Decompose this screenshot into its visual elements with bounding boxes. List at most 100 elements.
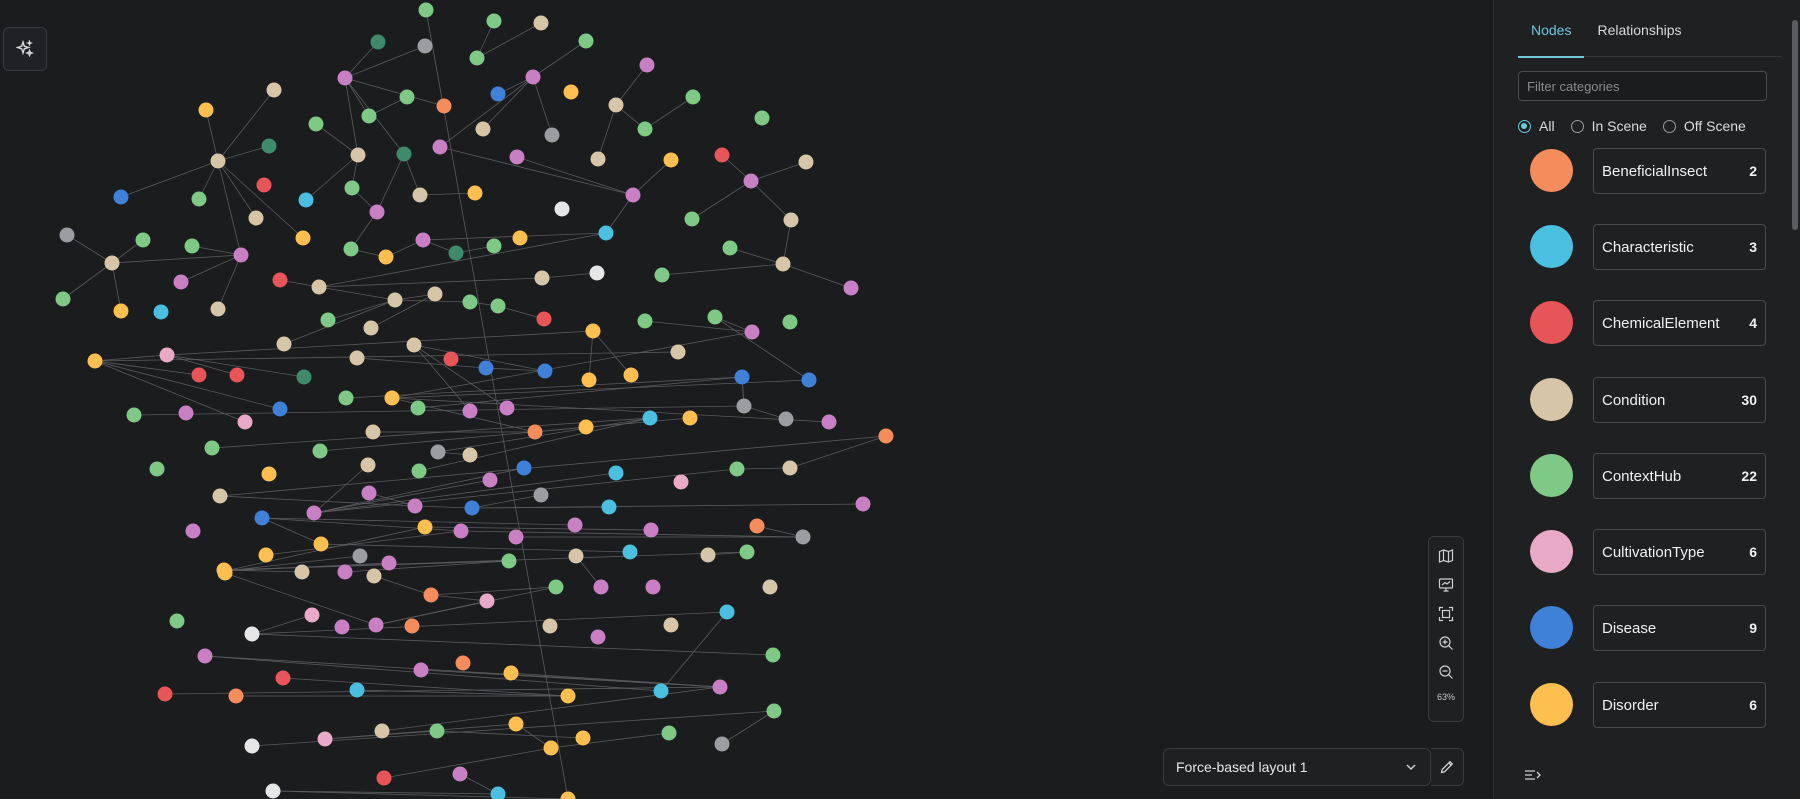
graph-node[interactable] (369, 204, 385, 220)
graph-node[interactable] (311, 279, 327, 295)
graph-node[interactable] (244, 738, 260, 754)
collapse-panel-button[interactable] (1524, 768, 1542, 787)
graph-edge[interactable] (471, 503, 864, 509)
graph-node[interactable] (349, 350, 365, 366)
graph-edge[interactable] (356, 357, 487, 369)
graph-node[interactable] (452, 766, 468, 782)
graph-node[interactable] (475, 121, 491, 137)
graph-node[interactable] (411, 463, 427, 479)
radio-off-scene[interactable]: Off Scene (1662, 118, 1746, 134)
category-row[interactable]: ChemicalElement 4 (1530, 300, 1780, 346)
graph-node[interactable] (684, 211, 700, 227)
graph-node[interactable] (453, 523, 469, 539)
graph-edge[interactable] (318, 277, 543, 288)
graph-node[interactable] (795, 529, 811, 545)
graph-node[interactable] (462, 403, 478, 419)
graph-edge[interactable] (789, 435, 887, 469)
graph-node[interactable] (608, 465, 624, 481)
graph-edge[interactable] (94, 360, 200, 376)
graph-node[interactable] (254, 510, 270, 526)
graph-node[interactable] (670, 344, 686, 360)
graph-node[interactable] (467, 185, 483, 201)
graph-node[interactable] (645, 579, 661, 595)
graph-node[interactable] (782, 460, 798, 476)
zoom-out-button[interactable] (1433, 659, 1459, 685)
graph-edge[interactable] (217, 160, 304, 239)
graph-node[interactable] (775, 256, 791, 272)
graph-node[interactable] (295, 230, 311, 246)
graph-edge[interactable] (217, 160, 257, 219)
graph-node[interactable] (248, 210, 264, 226)
graph-node[interactable] (608, 97, 624, 113)
category-row[interactable]: Disease 9 (1530, 605, 1780, 651)
category-label-box[interactable]: Characteristic 3 (1593, 224, 1766, 270)
graph-node[interactable] (739, 544, 755, 560)
graph-edge[interactable] (344, 45, 426, 79)
graph-node[interactable] (490, 298, 506, 314)
graph-node[interactable] (191, 367, 207, 383)
graph-node[interactable] (578, 419, 594, 435)
graph-node[interactable] (173, 274, 189, 290)
graph-node[interactable] (479, 593, 495, 609)
graph-edge[interactable] (381, 686, 721, 732)
graph-node[interactable] (317, 731, 333, 747)
graph-node[interactable] (126, 407, 142, 423)
category-label-box[interactable]: ContextHub 22 (1593, 453, 1766, 499)
graph-node[interactable] (320, 312, 336, 328)
graph-edge[interactable] (251, 614, 313, 635)
graph-node[interactable] (363, 320, 379, 336)
graph-node[interactable] (381, 555, 397, 571)
graph-node[interactable] (567, 517, 583, 533)
graph-node[interactable] (306, 505, 322, 521)
radio-all[interactable]: All (1518, 118, 1555, 134)
graph-edge[interactable] (111, 254, 242, 264)
graph-node[interactable] (762, 579, 778, 595)
graph-node[interactable] (272, 401, 288, 417)
filter-categories-input[interactable] (1518, 71, 1767, 101)
graph-node[interactable] (417, 38, 433, 54)
graph-node[interactable] (536, 311, 552, 327)
graph-edge[interactable] (224, 572, 377, 626)
presentation-button[interactable] (1433, 572, 1459, 598)
graph-node[interactable] (366, 568, 382, 584)
graph-node[interactable] (782, 314, 798, 330)
graph-node[interactable] (210, 301, 226, 317)
graph-node[interactable] (601, 499, 617, 515)
graph-node[interactable] (185, 523, 201, 539)
graph-node[interactable] (661, 725, 677, 741)
graph-node[interactable] (653, 683, 669, 699)
graph-node[interactable] (682, 410, 698, 426)
graph-node[interactable] (370, 34, 386, 50)
graph-node[interactable] (821, 414, 837, 430)
graph-node[interactable] (590, 151, 606, 167)
graph-node[interactable] (432, 139, 448, 155)
graph-node[interactable] (261, 138, 277, 154)
graph-edge[interactable] (644, 96, 694, 130)
graph-edge[interactable] (417, 376, 743, 409)
graph-node[interactable] (736, 398, 752, 414)
category-color-swatch[interactable] (1530, 301, 1573, 344)
graph-edge[interactable] (615, 64, 648, 106)
graph-node[interactable] (337, 70, 353, 86)
graph-node[interactable] (714, 736, 730, 752)
graph-edge[interactable] (425, 9, 569, 799)
graph-node[interactable] (296, 369, 312, 385)
graph-node[interactable] (486, 238, 502, 254)
graph-node[interactable] (312, 443, 328, 459)
category-row[interactable]: BeneficialInsect 2 (1530, 148, 1780, 194)
graph-edge[interactable] (376, 153, 405, 213)
graph-node[interactable] (765, 647, 781, 663)
graph-node[interactable] (406, 337, 422, 353)
graph-node[interactable] (654, 267, 670, 283)
graph-edge[interactable] (94, 360, 281, 410)
graph-node[interactable] (153, 304, 169, 320)
graph-node[interactable] (534, 270, 550, 286)
graph-node[interactable] (639, 57, 655, 73)
graph-node[interactable] (135, 232, 151, 248)
graph-node[interactable] (294, 564, 310, 580)
ai-assistant-button[interactable] (3, 27, 47, 71)
graph-edge[interactable] (345, 376, 743, 399)
graph-node[interactable] (423, 587, 439, 603)
graph-edge[interactable] (383, 747, 552, 779)
graph-node[interactable] (399, 89, 415, 105)
